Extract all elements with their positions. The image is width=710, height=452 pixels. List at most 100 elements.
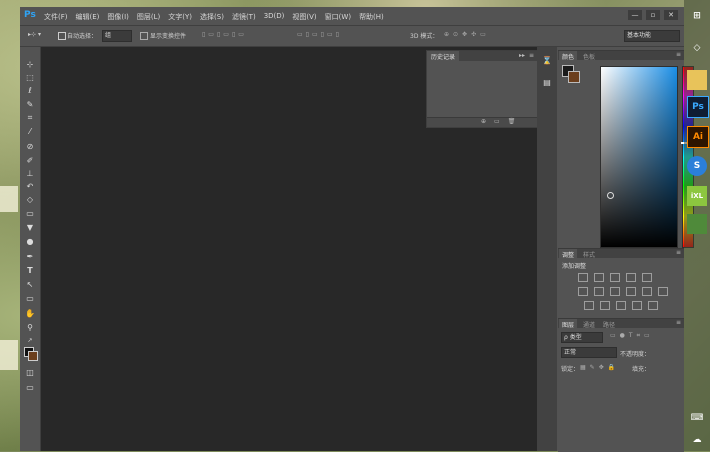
menu-3d[interactable]: 3D(D) (264, 12, 285, 22)
options-bar: ▸⊹ ▾ 自动选择： 组 显示变换控件 ▯▭▯▭▯▭ ▭▯▭▯▭▯ 3D 模式：… (20, 25, 684, 47)
color-panel: 颜色 色板 ≡ (558, 50, 695, 249)
layers-panel: 图层 通道 路径 ≡ ρ 类型 ▭●T⌗▭ 正常 不透明度： 锁定： ▦✎✥🔒 … (558, 318, 684, 452)
lock-icons[interactable]: ▦✎✥🔒 (580, 364, 619, 373)
move-tool-icon[interactable]: ⊹ (24, 59, 36, 71)
marquee-tool-icon[interactable]: ⬚ (24, 72, 36, 84)
auto-select-checkbox[interactable] (58, 32, 66, 40)
lasso-tool-icon[interactable]: ℓ (24, 85, 36, 97)
quick-select-tool-icon[interactable]: ✎ (24, 99, 36, 111)
desktop-file-tile[interactable] (0, 186, 18, 212)
show-transform-label: 显示变换控件 (150, 33, 187, 40)
move-tool-preset-icon[interactable]: ▸⊹ ▾ (28, 31, 41, 38)
adjustment-icons-row-3[interactable] (584, 301, 658, 310)
blend-mode-dropdown[interactable]: 正常 (561, 347, 617, 358)
desktop-file-tile[interactable] (0, 340, 18, 370)
tab-adjustments[interactable]: 调整 (559, 249, 578, 260)
panel-menu-icon[interactable]: ≡ (529, 52, 534, 59)
blur-tool-icon[interactable]: ▼ (24, 222, 36, 234)
panel-menu-icon[interactable]: ≡ (676, 51, 681, 58)
gradient-tool-icon[interactable]: ▭ (24, 208, 36, 220)
tab-channels[interactable]: 通道 (580, 319, 598, 330)
tab-color[interactable]: 颜色 (559, 51, 578, 62)
align-icons[interactable]: ▯▭▯▭▯▭ (202, 31, 247, 38)
adjustment-icons-row-1[interactable] (578, 273, 652, 282)
menu-edit[interactable]: 编辑(E) (76, 12, 100, 22)
color-picker-cursor[interactable] (607, 192, 614, 199)
windows-taskbar: ⊞ ◇ Ps Ai S iXL ⌨ ☁ (684, 0, 710, 451)
layer-filter-icons[interactable]: ▭●T⌗▭ (610, 332, 654, 341)
auto-select-dropdown[interactable]: 组 (102, 30, 132, 42)
menu-layer[interactable]: 图层(L) (137, 12, 160, 22)
cloud-icon[interactable]: ☁ (687, 430, 707, 450)
window-controls: — ▫ ✕ (628, 10, 678, 20)
adjustments-panel: 调整 样式 ≡ 添加调整 (558, 248, 684, 319)
healing-brush-tool-icon[interactable]: ⊘ (24, 141, 36, 153)
collapse-icon[interactable]: ▸▸ (519, 52, 525, 59)
layer-filter-dropdown[interactable]: ρ 类型 (561, 332, 603, 343)
ai-icon[interactable]: Ai (687, 126, 709, 148)
keyboard-icon[interactable]: ⌨ (687, 408, 707, 428)
hand-tool-icon[interactable]: ✋ (24, 308, 36, 320)
3d-mode-icons[interactable]: ⊕⊙✥✣▭ (444, 31, 490, 38)
maximize-button[interactable]: ▫ (646, 10, 660, 20)
brush-tool-icon[interactable]: ✐ (24, 155, 36, 167)
color-spectrum-field[interactable] (600, 66, 678, 248)
panel-menu-icon[interactable]: ≡ (676, 249, 681, 256)
crop-tool-icon[interactable]: ⌗ (24, 112, 36, 124)
toolbox: ⊹ ⬚ ℓ ✎ ⌗ ⁄ ⊘ ✐ ⊥ ↶ ◇ ▭ ▼ ● ✒ T ↖ ▭ ✋ ⚲ … (20, 47, 41, 451)
history-panel: 历史记录 ▸▸ ≡ ⊕▭🗑 (426, 50, 538, 128)
history-tab[interactable]: 历史记录 (427, 51, 460, 62)
layers-panel-tabs: 图层 通道 路径 ≡ (558, 319, 684, 330)
eraser-tool-icon[interactable]: ◇ (24, 194, 36, 206)
tab-styles[interactable]: 样式 (580, 249, 598, 260)
sogou-icon[interactable]: S (687, 156, 707, 176)
history-brush-tool-icon[interactable]: ↶ (24, 181, 36, 193)
distribute-icons[interactable]: ▭▯▭▯▭▯ (297, 31, 342, 38)
menu-type[interactable]: 文字(Y) (168, 12, 192, 22)
minimize-button[interactable]: — (628, 10, 642, 20)
background-color-swatch[interactable] (28, 351, 38, 361)
tab-paths[interactable]: 路径 (600, 319, 618, 330)
menu-view[interactable]: 视图(V) (292, 12, 316, 22)
path-select-tool-icon[interactable]: ↖ (24, 279, 36, 291)
history-dock-icon[interactable]: ⌛ (541, 55, 553, 67)
windows-icon[interactable]: ⊞ (687, 6, 707, 26)
show-transform-checkbox[interactable] (140, 32, 148, 40)
quick-mask-icon[interactable]: ◫ (24, 367, 36, 379)
image-icon[interactable] (687, 214, 707, 234)
menu-image[interactable]: 图像(I) (107, 12, 129, 22)
screen-mode-icon[interactable]: ▭ (24, 382, 36, 394)
network-icon[interactable]: ◇ (687, 38, 707, 58)
panel-menu-icon[interactable]: ≡ (676, 319, 681, 326)
ps-icon[interactable]: Ps (687, 96, 709, 118)
adjustment-icons-row-2[interactable] (578, 287, 668, 296)
close-button[interactable]: ✕ (664, 10, 678, 20)
menu-select[interactable]: 选择(S) (200, 12, 224, 22)
properties-dock-icon[interactable]: ▤ (541, 77, 553, 89)
menu-filter[interactable]: 滤镜(T) (232, 12, 256, 22)
tab-layers[interactable]: 图层 (559, 319, 578, 330)
ixl-icon[interactable]: iXL (687, 186, 707, 206)
menu-file[interactable]: 文件(F) (44, 12, 68, 22)
eyedropper-tool-icon[interactable]: ⁄ (24, 126, 36, 138)
tab-swatches[interactable]: 色板 (580, 51, 598, 62)
dodge-tool-icon[interactable]: ● (24, 236, 36, 248)
color-panel-background-swatch[interactable] (568, 71, 580, 83)
stamp-tool-icon[interactable]: ⊥ (24, 168, 36, 180)
lock-label: 锁定： (561, 366, 580, 373)
add-adjustment-label: 添加调整 (562, 263, 587, 270)
menu-help[interactable]: 帮助(H) (359, 12, 384, 22)
swap-colors-icon[interactable]: ↗ (24, 335, 36, 347)
panel-dock-column: ⌛ ▤ (537, 47, 557, 451)
history-footer: ⊕▭🗑 (427, 117, 537, 127)
zoom-tool-icon[interactable]: ⚲ (24, 322, 36, 334)
folder-icon[interactable] (687, 70, 707, 90)
pen-tool-icon[interactable]: ✒ (24, 251, 36, 263)
menu-window[interactable]: 窗口(W) (325, 12, 351, 22)
desktop-left-items (0, 0, 20, 451)
workspace-dropdown[interactable]: 基本功能 (624, 30, 680, 42)
history-footer-icons[interactable]: ⊕▭🗑 (481, 118, 523, 125)
fill-label: 填充： (632, 366, 651, 373)
type-tool-icon[interactable]: T (24, 265, 36, 277)
shape-tool-icon[interactable]: ▭ (24, 293, 36, 305)
